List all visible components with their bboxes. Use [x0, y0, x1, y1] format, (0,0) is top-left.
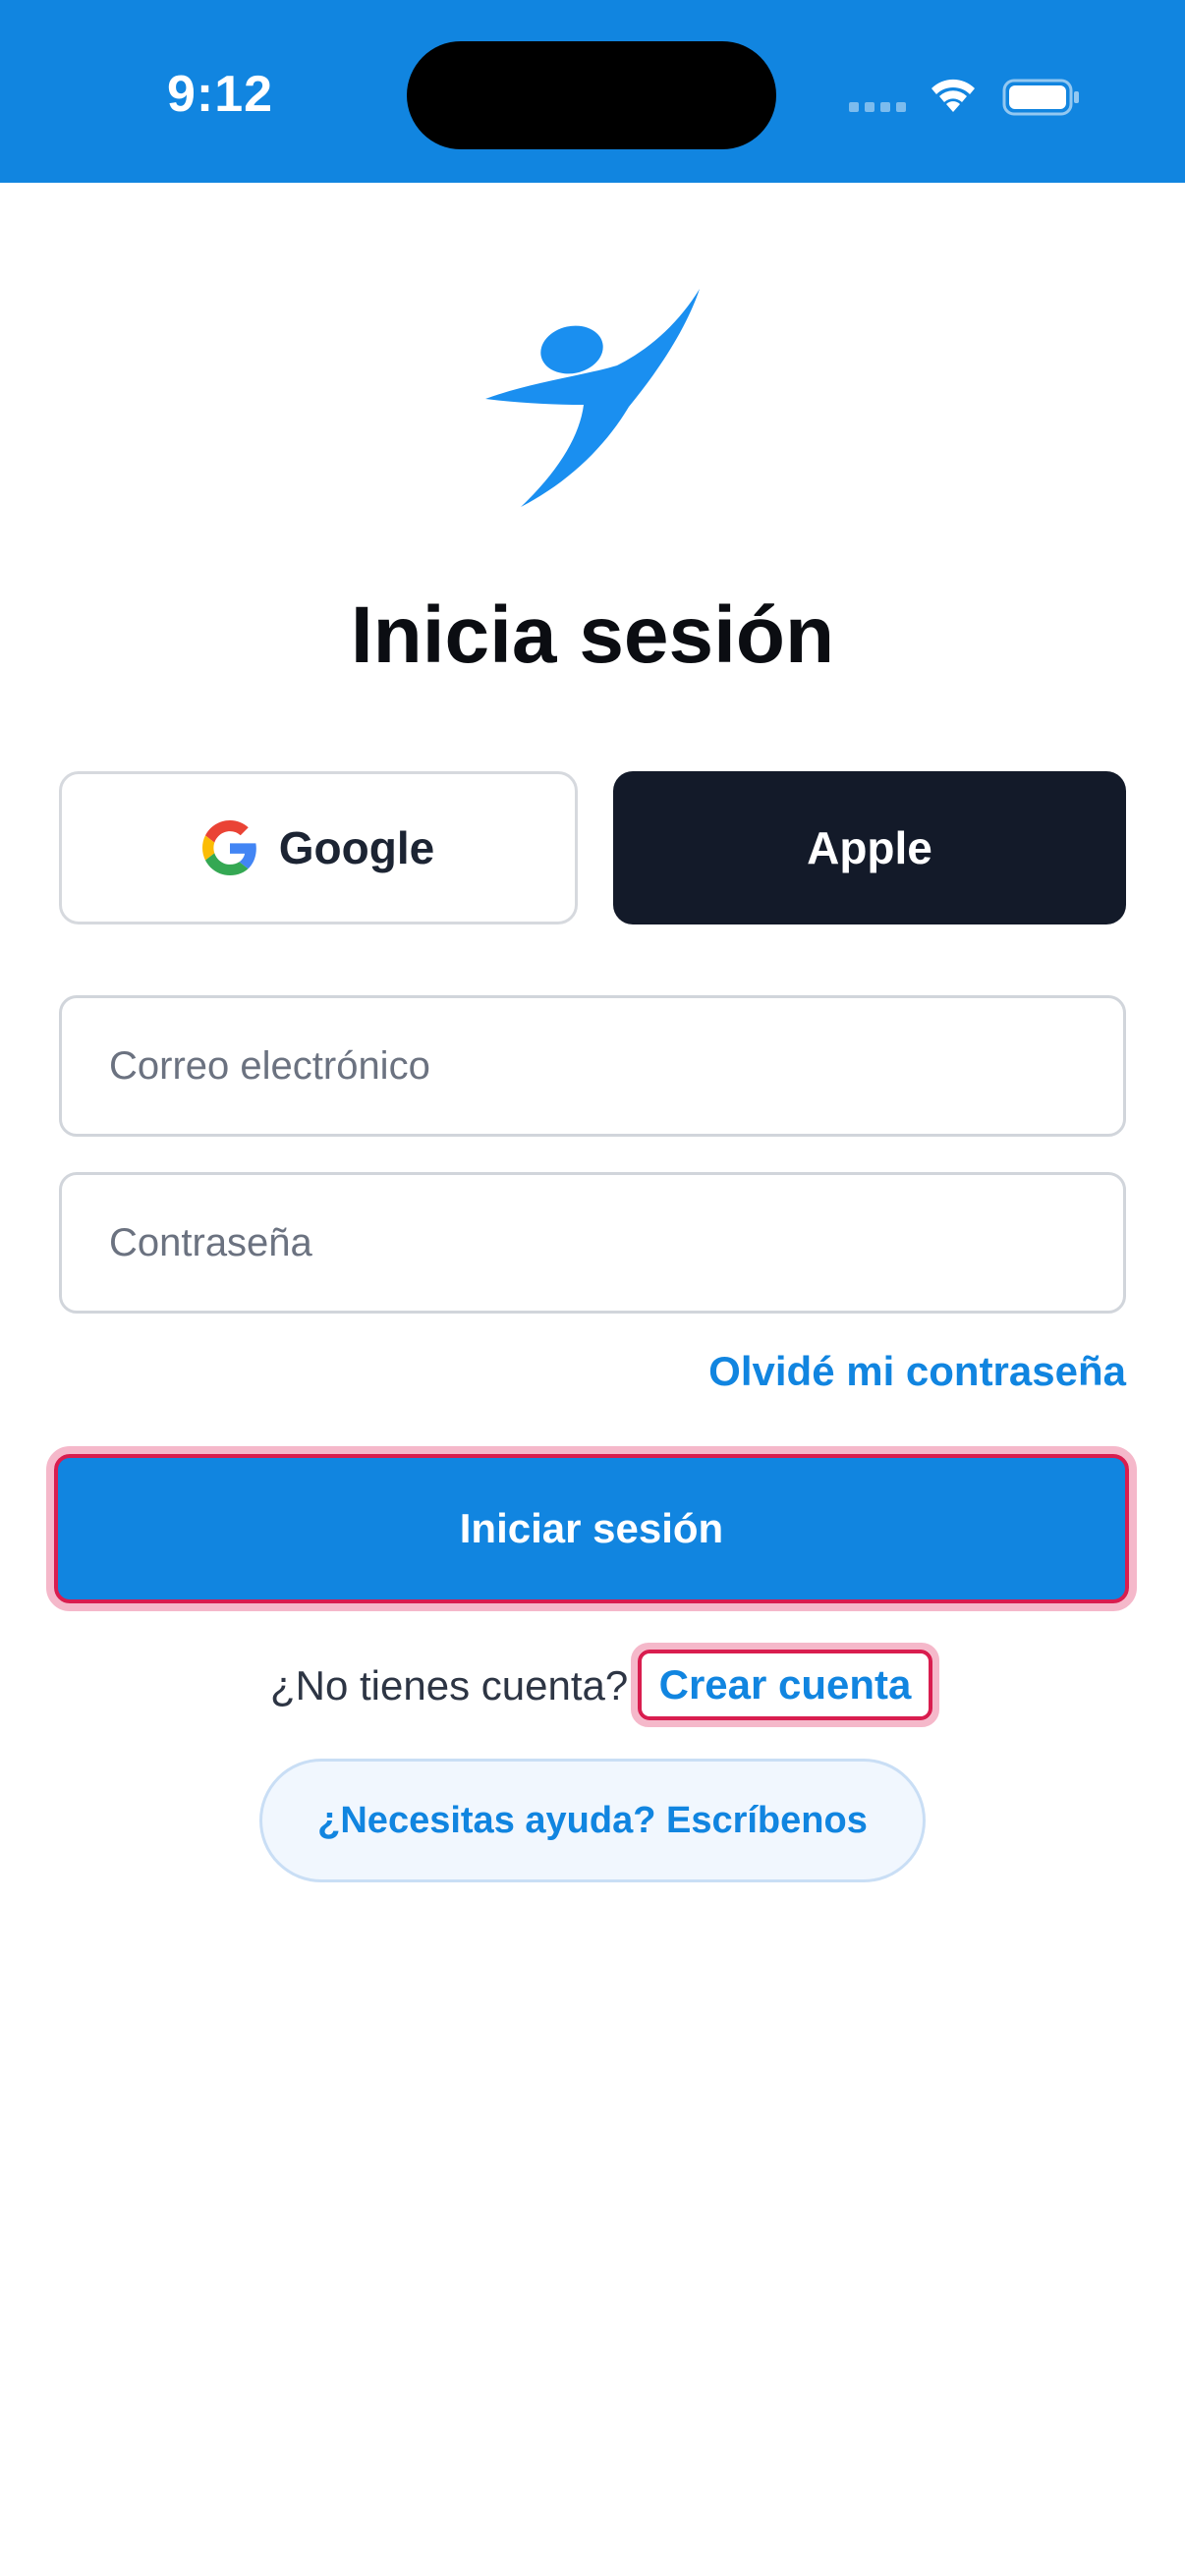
status-time: 9:12: [167, 66, 274, 123]
apple-button-label: Apple: [807, 822, 932, 873]
wifi-icon: [931, 79, 975, 112]
login-button[interactable]: Iniciar sesión: [54, 1454, 1129, 1603]
email-field[interactable]: [59, 995, 1126, 1137]
google-sign-in-button[interactable]: Google: [59, 771, 578, 924]
battery-icon: [1002, 79, 1079, 116]
google-icon: [201, 820, 256, 875]
help-contact-button[interactable]: ¿Necesitas ayuda? Escríbenos: [259, 1759, 926, 1882]
status-bar: 9:12: [0, 0, 1185, 183]
dynamic-island: [407, 41, 776, 149]
password-field[interactable]: [59, 1172, 1126, 1314]
app-logo-icon: [485, 289, 700, 507]
apple-sign-in-button[interactable]: Apple: [613, 771, 1126, 924]
forgot-password-link[interactable]: Olvidé mi contraseña: [708, 1348, 1126, 1395]
google-button-label: Google: [278, 822, 435, 873]
create-account-link[interactable]: Crear cuenta: [638, 1650, 932, 1720]
login-button-label: Iniciar sesión: [459, 1505, 724, 1551]
cellular-signal-icon: [849, 102, 906, 112]
signup-prompt: ¿No tienes cuenta?: [270, 1662, 629, 1708]
page-title: Inicia sesión: [350, 590, 835, 680]
